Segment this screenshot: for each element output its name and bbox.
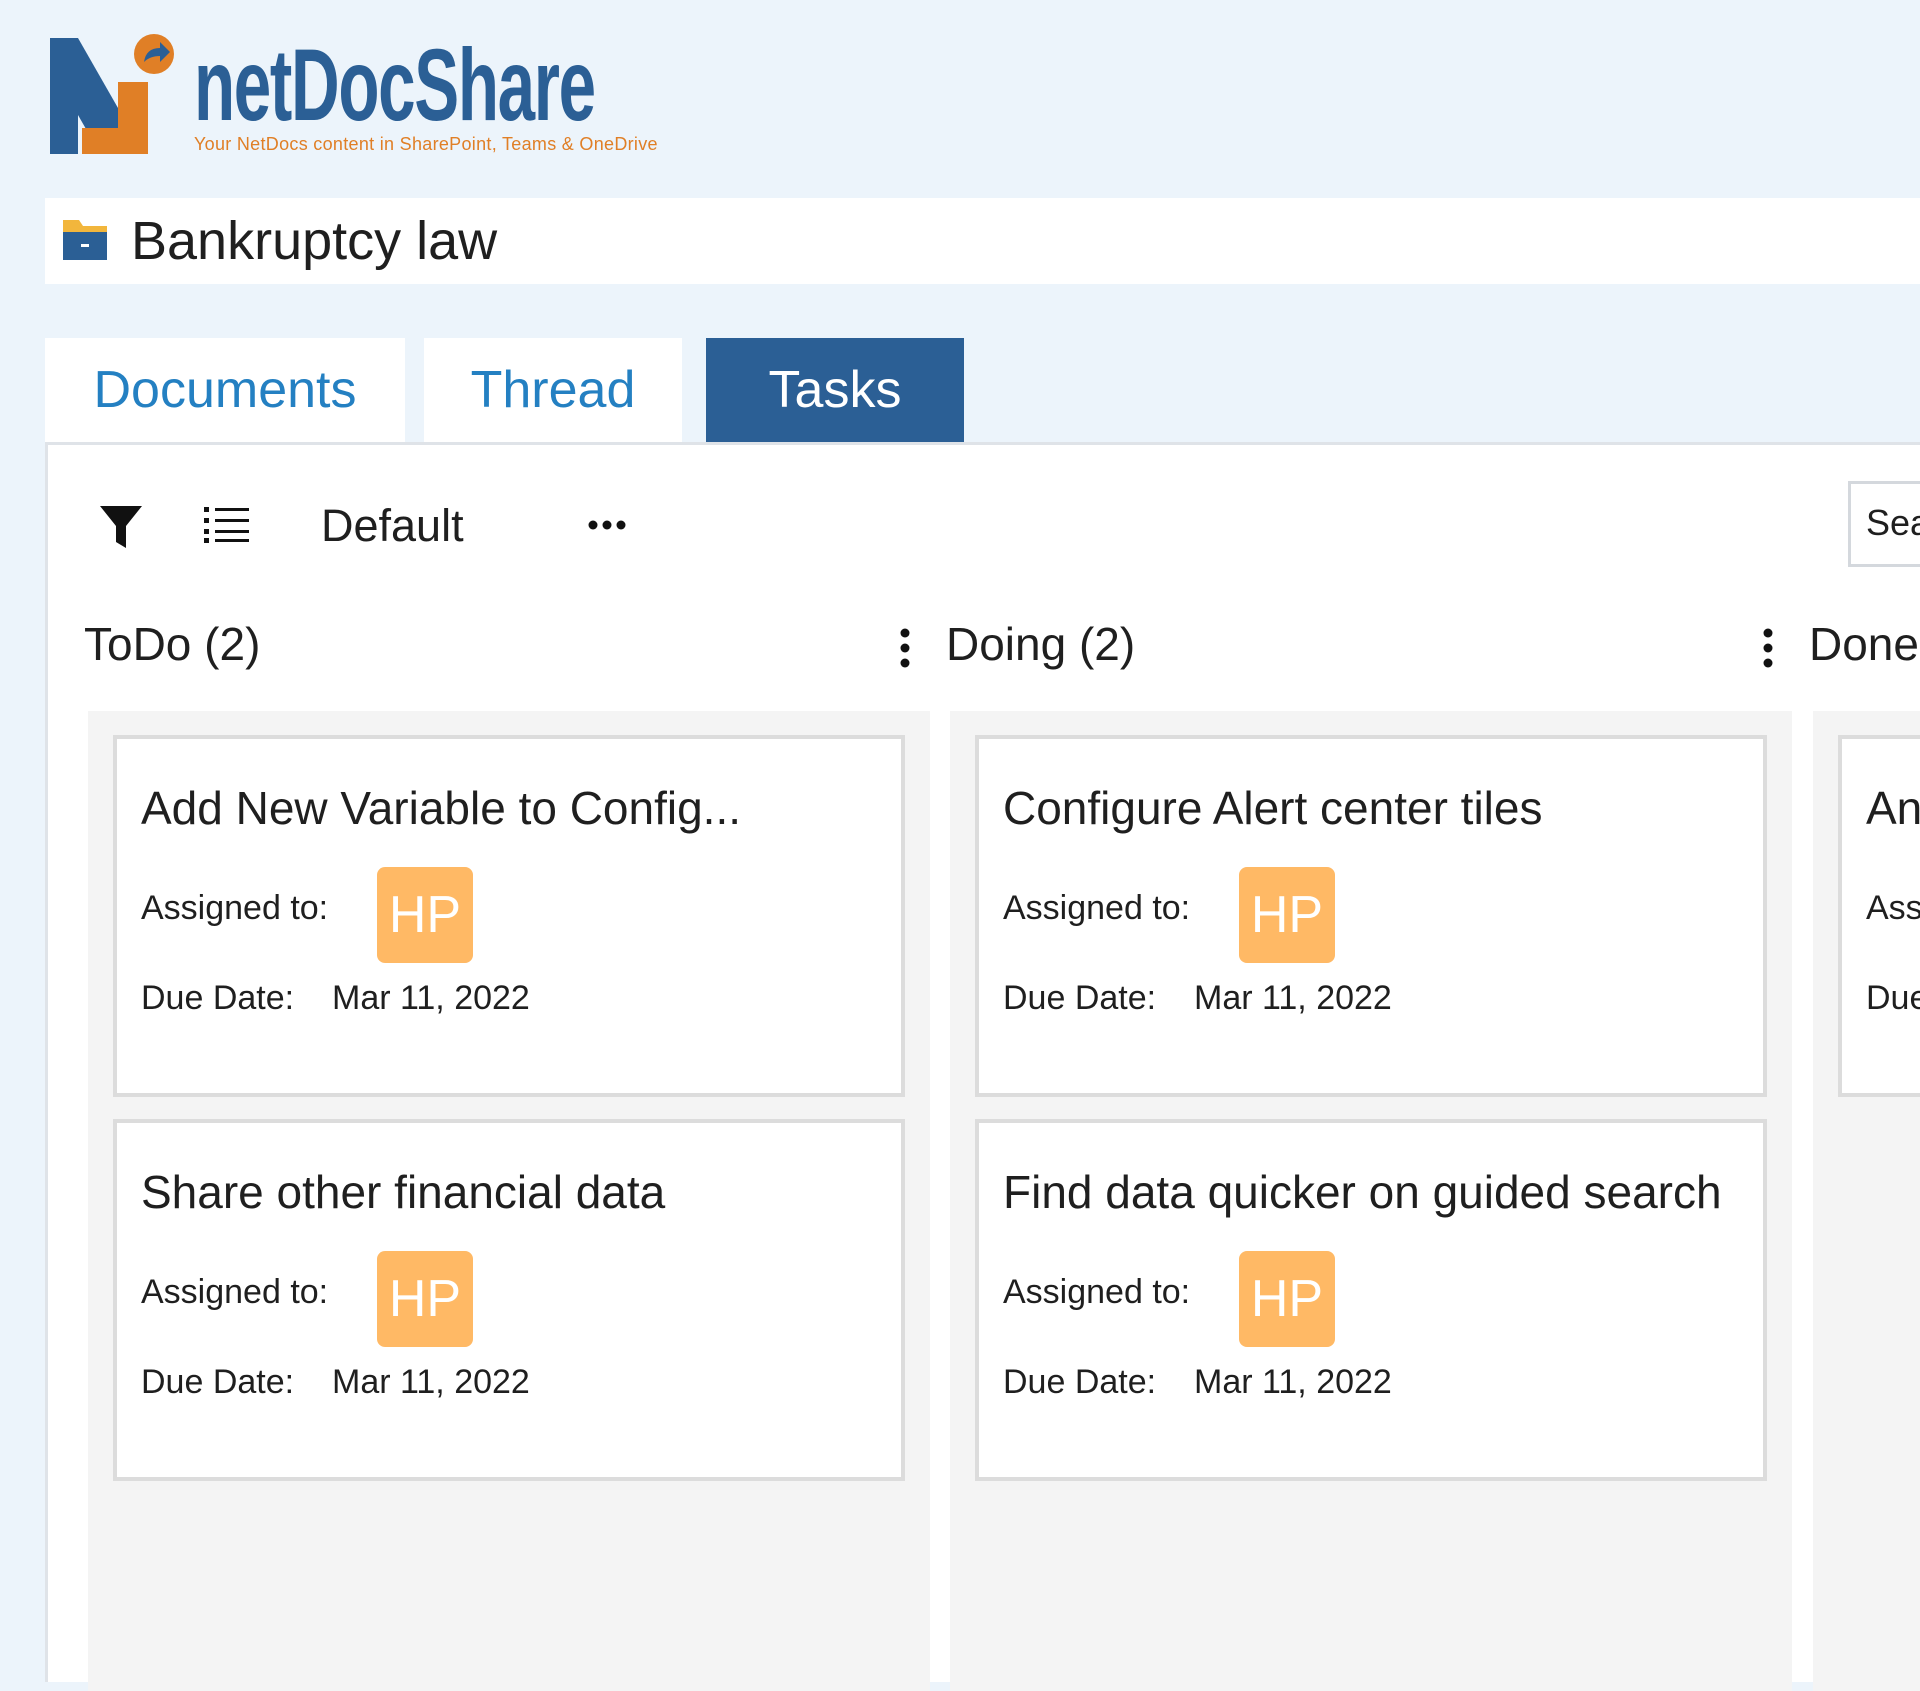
more-vertical-icon[interactable] (900, 628, 910, 668)
due-date-label: Due Date: (141, 1363, 295, 1401)
brand-logo: netDocShare Your NetDocs content in Shar… (48, 32, 728, 162)
brand-tagline: Your NetDocs content in SharePoint, Team… (194, 134, 658, 154)
task-title: Find data quicker on guided search (1003, 1166, 1722, 1218)
search-input[interactable]: Search (1848, 481, 1920, 567)
tasks-panel: Default Search ToDo (2) Add New Variable… (45, 442, 1920, 1691)
assigned-label: Assigned to: (141, 1273, 329, 1311)
due-date-value: Mar 11, 2022 (1194, 979, 1392, 1017)
task-card[interactable]: Find data quicker on guided search Assig… (975, 1119, 1767, 1481)
task-card[interactable]: Add New Variable to Config... Assigned t… (113, 735, 905, 1097)
column-todo: Add New Variable to Config... Assigned t… (88, 711, 930, 1691)
column-header-doing: Doing (2) (946, 618, 1136, 670)
task-card[interactable]: Configure Alert center tiles Assigned to… (975, 735, 1767, 1097)
due-date-value: Mar 11, 2022 (332, 979, 530, 1017)
task-title: Share other financial data (141, 1166, 666, 1218)
tab-tasks[interactable]: Tasks (706, 338, 964, 442)
title-bar: Bankruptcy law (45, 198, 1920, 284)
more-vertical-icon[interactable] (1763, 628, 1773, 668)
task-title: An (1866, 782, 1920, 834)
due-date-value: Mar 11, 2022 (1194, 1363, 1392, 1401)
column-done: An Ass Due (1813, 711, 1920, 1691)
avatar[interactable]: HP (377, 867, 473, 963)
view-selector[interactable]: Default (321, 500, 464, 552)
assigned-label: Assigned to: (1003, 889, 1191, 927)
due-date-label: Due Date: (1003, 1363, 1157, 1401)
due-date-label: Due Date: (141, 979, 295, 1017)
column-doing: Configure Alert center tiles Assigned to… (950, 711, 1792, 1691)
folder-icon (63, 220, 107, 260)
tab-documents[interactable]: Documents (45, 338, 405, 442)
list-icon[interactable] (204, 505, 250, 543)
avatar[interactable]: HP (1239, 1251, 1335, 1347)
column-header-done: Done (1809, 618, 1919, 670)
task-card[interactable]: An Ass Due (1838, 735, 1920, 1097)
task-card[interactable]: Share other financial data Assigned to: … (113, 1119, 905, 1481)
tab-thread[interactable]: Thread (424, 338, 682, 442)
more-horizontal-icon[interactable] (587, 519, 627, 531)
filter-icon[interactable] (98, 504, 144, 550)
avatar[interactable]: HP (1239, 867, 1335, 963)
netdocshare-logo (50, 34, 174, 154)
column-header-todo: ToDo (2) (84, 618, 261, 670)
page-title: Bankruptcy law (131, 211, 498, 271)
task-title: Add New Variable to Config... (141, 782, 742, 834)
assigned-label: Ass (1866, 889, 1920, 927)
brand-name: netDocShare (194, 28, 596, 142)
due-date-value: Mar 11, 2022 (332, 1363, 530, 1401)
avatar[interactable]: HP (377, 1251, 473, 1347)
assigned-label: Assigned to: (1003, 1273, 1191, 1311)
assigned-label: Assigned to: (141, 889, 329, 927)
task-title: Configure Alert center tiles (1003, 782, 1543, 834)
due-date-label: Due (1866, 979, 1920, 1017)
due-date-label: Due Date: (1003, 979, 1157, 1017)
